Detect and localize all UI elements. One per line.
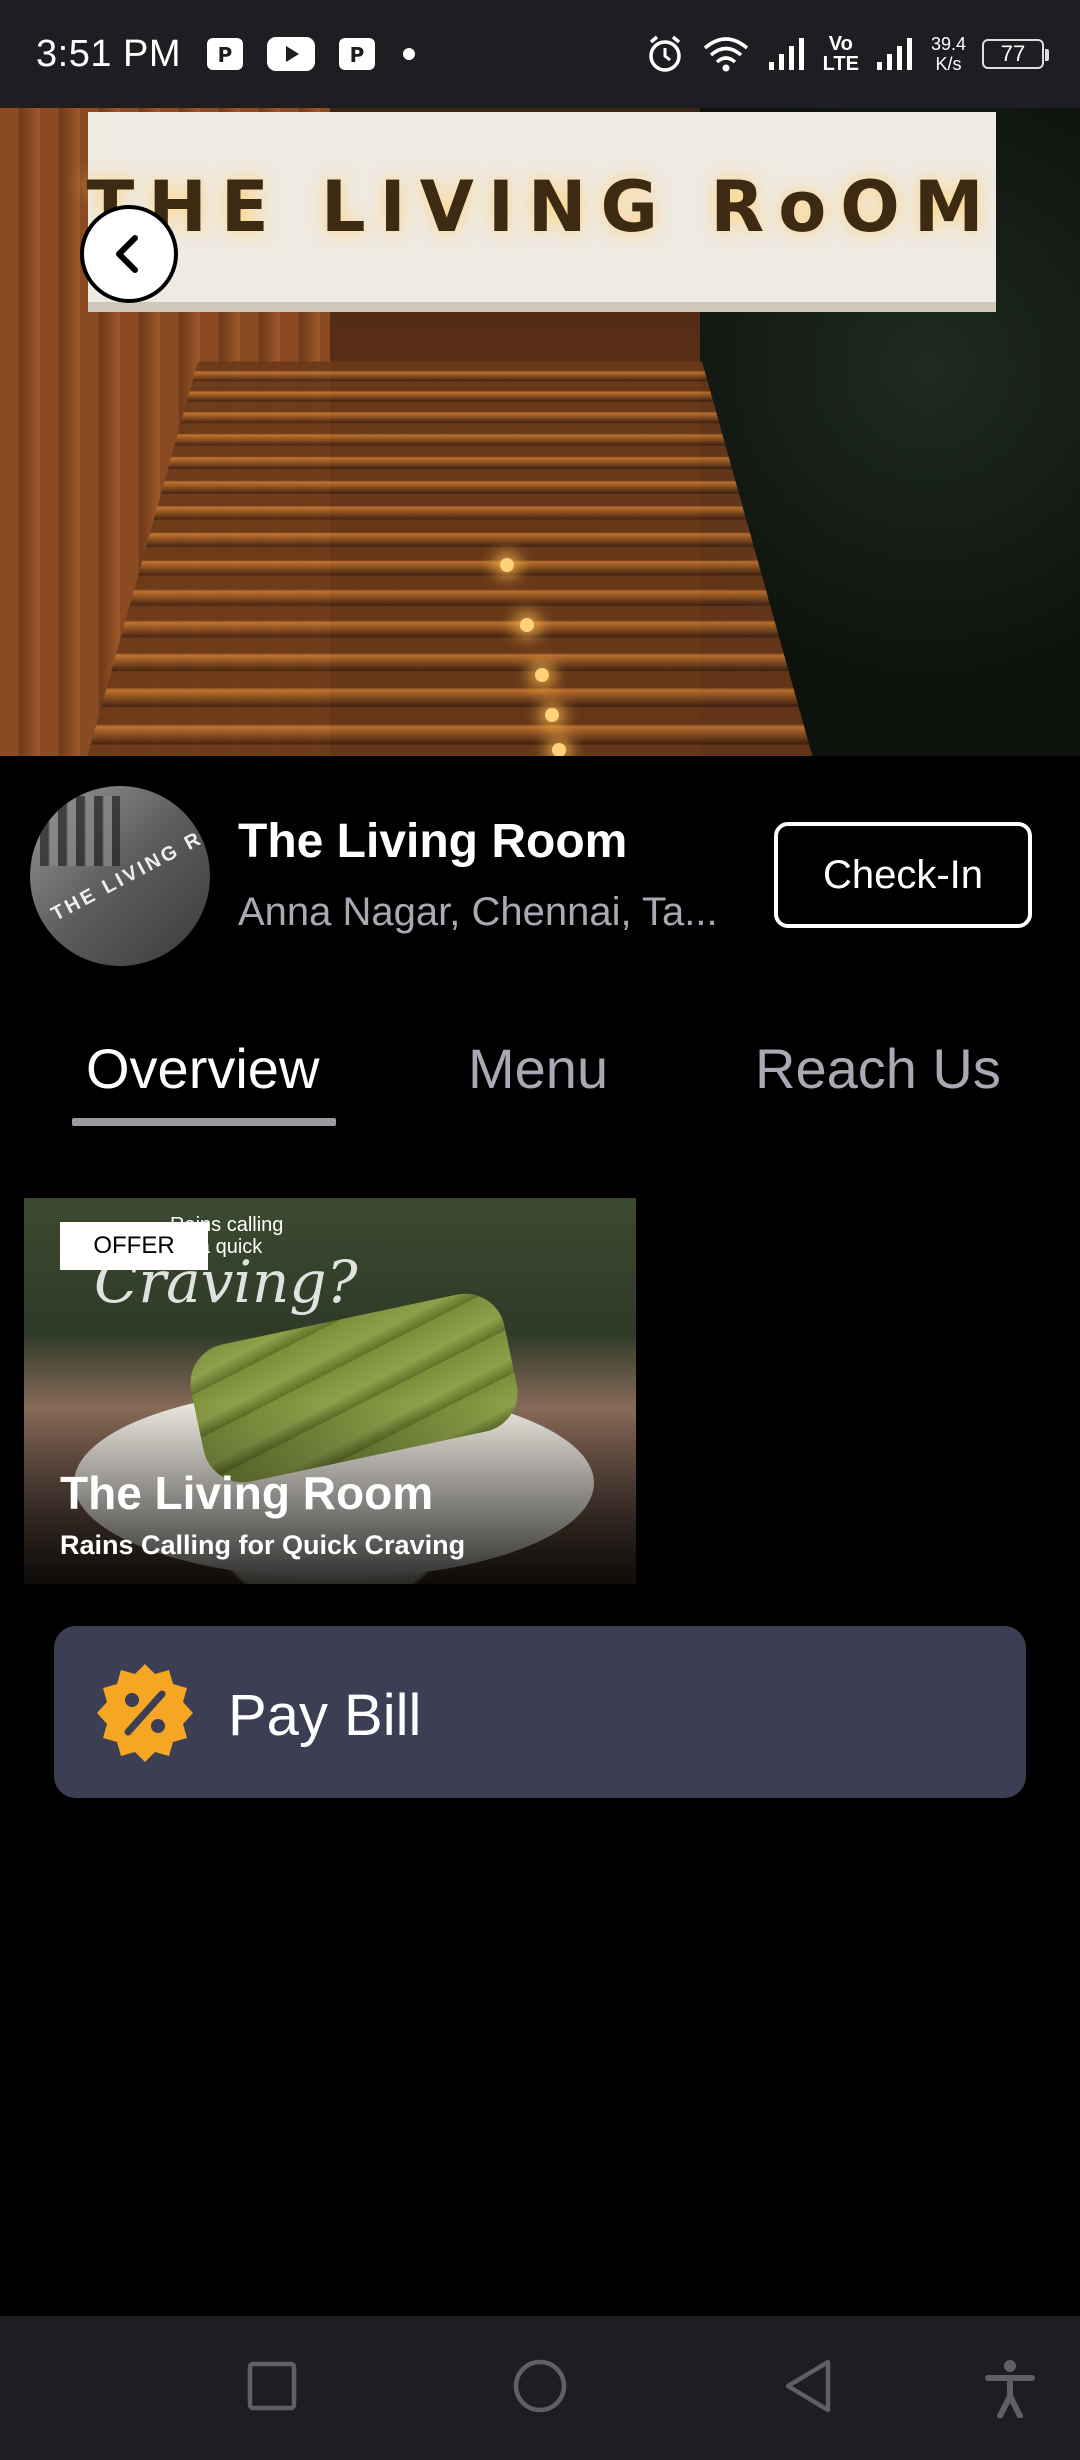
net-speed-unit: K/s [931, 54, 966, 74]
hero-lights [480, 528, 600, 756]
sign-text: THE LIVING RoOM [87, 166, 998, 248]
hero-canopy [80, 362, 821, 756]
youtube-icon [267, 37, 315, 71]
tab-overview[interactable]: Overview [86, 1036, 319, 1101]
offer-title: The Living Room [60, 1466, 433, 1520]
nav-back-button[interactable] [780, 2358, 836, 2419]
status-time: 3:51 PM [36, 33, 181, 76]
restaurant-avatar: THE LIVING ROOM [30, 786, 210, 966]
net-speed-value: 39.4 [931, 34, 966, 54]
signal-icon [875, 36, 915, 72]
battery-icon: 77 [982, 39, 1044, 69]
tab-bar: Overview Menu Reach Us [0, 1028, 1080, 1128]
notification-icons: P P [205, 36, 419, 72]
system-nav-bar [0, 2316, 1080, 2460]
back-button[interactable] [80, 205, 178, 303]
restaurant-name: The Living Room [238, 814, 627, 869]
signal-icon [767, 36, 807, 72]
status-right: Vo LTE 39.4 K/s 77 [645, 34, 1044, 74]
net-speed: 39.4 K/s [931, 34, 966, 74]
volte-top: Vo [829, 34, 853, 54]
recents-icon [244, 2358, 300, 2414]
offer-tag: OFFER [60, 1222, 208, 1270]
battery-level: 77 [1001, 41, 1025, 67]
restaurant-header: THE LIVING ROOM The Living Room Anna Nag… [0, 756, 1080, 956]
back-icon [780, 2358, 836, 2414]
home-icon [510, 2358, 570, 2418]
avatar-building [40, 796, 120, 866]
accessibility-icon [982, 2358, 1038, 2418]
volte-label: Vo LTE [823, 34, 859, 74]
pay-bill-button[interactable]: Pay Bill [54, 1626, 1026, 1798]
offer-subtitle: Rains Calling for Quick Craving [60, 1530, 465, 1561]
restaurant-location: Anna Nagar, Chennai, Ta... [238, 890, 738, 935]
offer-card[interactable]: Craving? Rains calling for a quick OFFER… [24, 1198, 636, 1584]
tab-indicator [72, 1118, 336, 1126]
dot-icon [399, 44, 419, 64]
status-bar: 3:51 PM P P Vo LTE 39.4 K/s 77 [0, 0, 1080, 108]
pdf-icon: P [205, 36, 245, 72]
volte-bottom: LTE [823, 54, 859, 74]
alarm-icon [645, 34, 685, 74]
recents-button[interactable] [244, 2358, 300, 2419]
home-button[interactable] [510, 2358, 570, 2423]
tab-reach-us[interactable]: Reach Us [755, 1036, 1001, 1101]
restaurant-sign: THE LIVING RoOM [88, 112, 996, 312]
chevron-left-icon [104, 229, 154, 279]
pdf-icon: P [337, 36, 377, 72]
svg-text:P: P [218, 43, 233, 67]
svg-text:P: P [350, 43, 365, 67]
wifi-icon [701, 34, 751, 74]
tab-menu[interactable]: Menu [468, 1036, 608, 1101]
pay-bill-label: Pay Bill [228, 1682, 421, 1749]
accessibility-button[interactable] [982, 2358, 1038, 2423]
restaurant-hero-image: THE LIVING RoOM [0, 108, 1080, 756]
check-in-button[interactable]: Check-In [774, 822, 1032, 928]
discount-badge-icon [92, 1660, 198, 1766]
